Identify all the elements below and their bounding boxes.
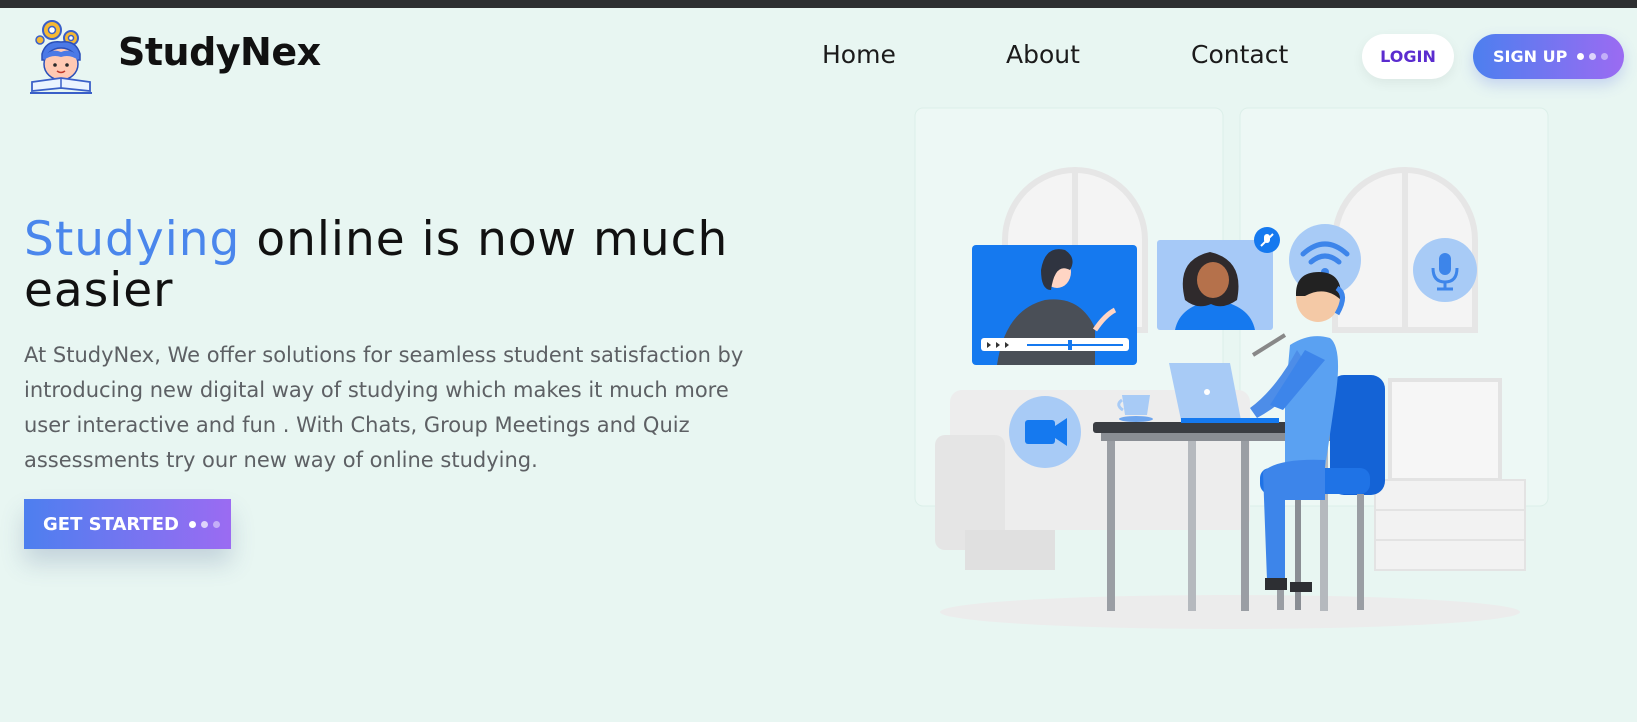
dots-decoration [188,520,220,528]
hero-illustration [905,100,1565,640]
get-started-button[interactable]: GET STARTED [24,499,231,549]
brand-name[interactable]: StudyNex [118,30,321,74]
signup-button-label: SIGN UP [1493,47,1568,66]
hero-title: Studying online is now much easier [24,214,784,316]
nav-about-link[interactable]: About [1006,40,1080,69]
video-camera-icon [1009,396,1081,468]
login-button-label: LOGIN [1380,47,1436,66]
dots-decoration [1577,53,1609,60]
top-strip [0,0,1637,8]
signup-button[interactable]: SIGN UP [1473,34,1624,79]
logo-icon[interactable] [28,16,94,96]
hero-description: At StudyNex, We offer solutions for seam… [24,343,744,472]
hero-title-accent: Studying [24,212,241,267]
login-button[interactable]: LOGIN [1362,34,1454,79]
nav-home-link[interactable]: Home [822,40,896,69]
nav-contact-link[interactable]: Contact [1191,40,1288,69]
microphone-icon [1413,238,1477,302]
get-started-label: GET STARTED [43,513,179,535]
